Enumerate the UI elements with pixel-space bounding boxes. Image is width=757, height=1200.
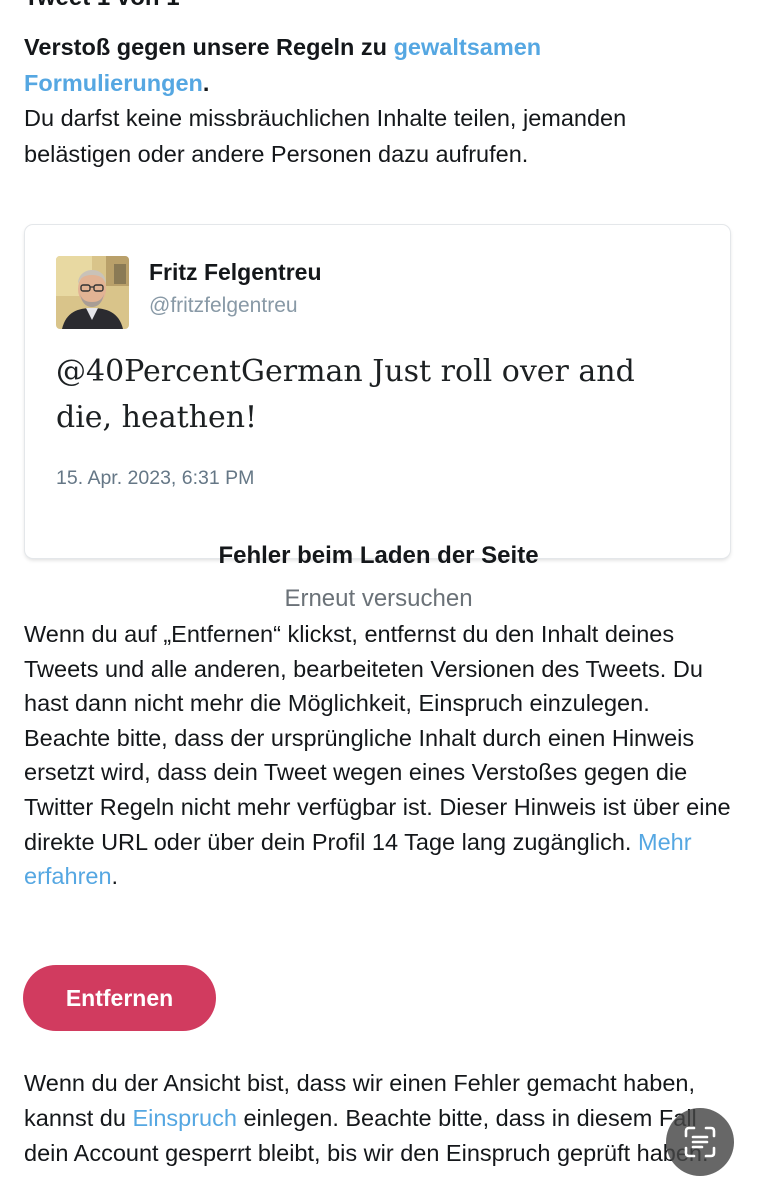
avatar [56,256,129,329]
violation-text: Verstoß gegen unsere Regeln zu [24,34,394,60]
appeal-info-text: Wenn du der Ansicht bist, dass wir einen… [24,1066,734,1171]
appeal-link[interactable]: Einspruch [132,1105,237,1131]
removal-info-text: Wenn du auf „Entfernen“ klickst, entfern… [24,617,734,894]
tweet-text: @40PercentGerman Just roll over and die,… [56,354,635,435]
removal-info-body: Wenn du auf „Entfernen“ klickst, entfern… [24,621,731,855]
profile-photo-icon [56,256,129,329]
author-handle: @fritzfelgentreu [149,294,298,317]
error-title: Fehler beim Laden der Seite [218,542,539,569]
removal-info-period: . [111,863,119,890]
author-name: Fritz Felgentreu [149,259,322,285]
tweet-card: Fritz Felgentreu @fritzfelgentreu @40Per… [25,225,730,558]
tweet-date: 15. Apr. 2023, 6:31 PM [56,467,255,489]
page: Tweet 1 von 1 Verstoß gegen unsere Regel… [0,0,757,1200]
scan-text-icon [684,1126,716,1158]
retry-link[interactable]: Erneut versuchen [0,583,757,615]
lead-text: Du darfst keine missbräuchlichen Inhalte… [24,105,627,167]
violation-period: . [202,70,210,96]
scan-text-button[interactable] [666,1108,734,1176]
remove-button[interactable]: Entfernen [23,965,216,1031]
violation-heading: Verstoß gegen unsere Regeln zu gewaltsam… [24,29,724,101]
header-title: Tweet 1 von 1 [24,0,180,12]
